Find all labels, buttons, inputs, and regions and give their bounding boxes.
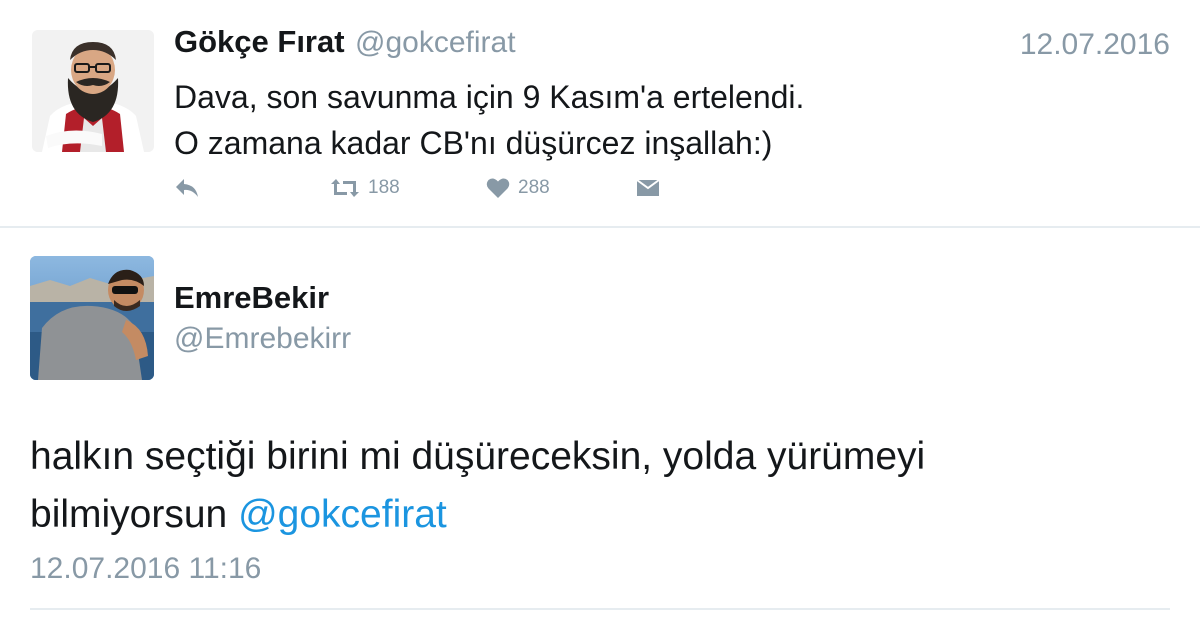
avatar-image <box>30 256 154 380</box>
author-handle[interactable]: @gokcefirat <box>355 26 516 59</box>
tweet-text: Dava, son savunma için 9 Kasım'a ertelen… <box>174 74 1074 166</box>
heart-icon <box>486 178 510 198</box>
mention-link[interactable]: @gokcefirat <box>238 493 447 536</box>
avatar-emrebekirr[interactable] <box>30 256 154 380</box>
retweet-button[interactable]: 188 <box>330 174 400 202</box>
tweet-date[interactable]: 12.07.2016 <box>1020 28 1170 62</box>
tweet-text-line: O zamana kadar CB'nı düşürcez inşallah:) <box>174 125 773 161</box>
tweet-text: halkın seçtiği birini mi düşüreceksin, y… <box>30 428 1150 544</box>
author-handle[interactable]: @Emrebekirr <box>174 322 351 356</box>
reply-icon <box>176 179 198 197</box>
like-button[interactable]: 288 <box>486 174 550 202</box>
like-count: 288 <box>518 177 550 198</box>
parent-tweet[interactable]: Gökçe Fırat @gokcefirat 12.07.2016 Dava,… <box>0 0 1200 228</box>
tweet-text-line: Dava, son savunma için 9 Kasım'a ertelen… <box>174 79 805 115</box>
tweet-text-line: halkın seçtiği birini mi düşüreceksin, y… <box>30 435 926 478</box>
tweet-text-fragment: bilmiyorsun <box>30 493 239 536</box>
parent-tweet-header: Gökçe Fırat @gokcefirat <box>174 24 516 60</box>
avatar-gokcefirat[interactable] <box>32 30 154 152</box>
author-name[interactable]: Gökçe Fırat <box>174 24 345 59</box>
reply-button[interactable] <box>174 174 200 202</box>
divider <box>30 608 1170 610</box>
envelope-icon <box>636 179 660 196</box>
avatar-image <box>32 30 154 152</box>
retweet-count: 188 <box>368 177 400 198</box>
direct-message-button[interactable] <box>636 174 660 202</box>
tweet-timestamp[interactable]: 12.07.2016 11:16 <box>30 552 261 586</box>
tweet-text-line: bilmiyorsun @gokcefirat <box>30 486 1150 544</box>
author-name[interactable]: EmreBekir <box>174 280 329 316</box>
retweet-icon <box>331 179 359 197</box>
